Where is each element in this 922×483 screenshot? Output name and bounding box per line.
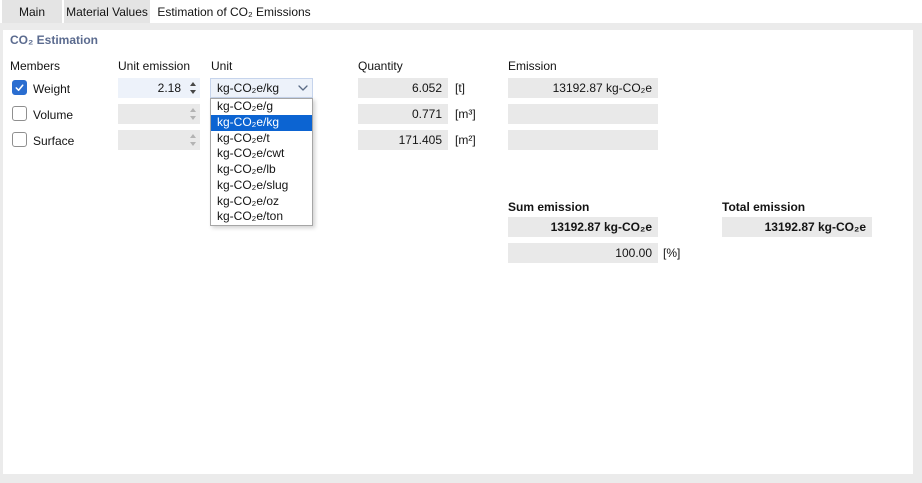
- total-emission-field: 13192.87 kg-CO₂e: [722, 217, 872, 237]
- quantity-unit-label-surface: [m²]: [455, 133, 476, 147]
- spin-down-icon[interactable]: [190, 90, 196, 94]
- section-title: CO₂ Estimation: [10, 33, 98, 47]
- column-header-quantity: Quantity: [358, 59, 403, 73]
- dropdown-option-kg-co2e-cwt[interactable]: kg-CO₂e/cwt: [211, 146, 312, 162]
- checkmark-icon: [14, 82, 25, 93]
- quantity-unit-label-volume: [m³]: [455, 107, 476, 121]
- tab-estimation-co2-emissions[interactable]: Estimation of CO₂ Emissions: [152, 0, 316, 23]
- sum-percent-field: 100.00: [508, 243, 658, 263]
- sum-percent-unit-label: [%]: [663, 246, 680, 260]
- column-header-members: Members: [10, 59, 60, 73]
- column-header-unit: Unit: [211, 59, 232, 73]
- quantity-unit-label-weight: [t]: [455, 81, 465, 95]
- dropdown-option-kg-co2e-slug[interactable]: kg-CO₂e/slug: [211, 178, 312, 194]
- quantity-field-surface: 171.405: [358, 130, 448, 150]
- spin-up-icon[interactable]: [190, 82, 196, 86]
- unit-emission-spinner-weight[interactable]: 2.18: [118, 78, 200, 98]
- tab-material-values-label: Material Values: [66, 5, 148, 19]
- unit-emission-value-surface: [118, 130, 185, 150]
- unit-emission-spinner-surface: [118, 130, 200, 150]
- unit-combobox-value: kg-CO₂e/kg: [217, 81, 298, 95]
- member-label-surface: Surface: [33, 134, 74, 148]
- chevron-down-icon[interactable]: [298, 85, 308, 91]
- member-label-volume: Volume: [33, 108, 73, 122]
- spin-up-icon: [190, 134, 196, 138]
- sum-emission-label: Sum emission: [508, 200, 589, 214]
- quantity-field-volume: 0.771: [358, 104, 448, 124]
- unit-emission-value-weight[interactable]: 2.18: [118, 78, 185, 98]
- checkbox-surface[interactable]: [12, 132, 27, 147]
- dropdown-option-kg-co2e-g[interactable]: kg-CO₂e/g: [211, 99, 312, 115]
- spin-down-icon: [190, 116, 196, 120]
- column-header-unit-emission: Unit emission: [118, 59, 190, 73]
- tab-material-values[interactable]: Material Values: [64, 0, 150, 23]
- checkbox-weight[interactable]: [12, 80, 27, 95]
- dropdown-option-kg-co2e-oz[interactable]: kg-CO₂e/oz: [211, 194, 312, 210]
- total-emission-label: Total emission: [722, 200, 805, 214]
- sum-emission-field: 13192.87 kg-CO₂e: [508, 217, 658, 237]
- tab-main-label: Main: [19, 5, 45, 19]
- emission-field-volume: [508, 104, 658, 124]
- unit-emission-value-volume: [118, 104, 185, 124]
- member-label-weight: Weight: [33, 82, 70, 96]
- column-header-emission: Emission: [508, 59, 557, 73]
- quantity-field-weight: 6.052: [358, 78, 448, 98]
- dropdown-option-kg-co2e-ton[interactable]: kg-CO₂e/ton: [211, 209, 312, 225]
- spin-up-icon: [190, 108, 196, 112]
- tab-main[interactable]: Main: [2, 0, 62, 23]
- unit-dropdown-list: kg-CO₂e/g kg-CO₂e/kg kg-CO₂e/t kg-CO₂e/c…: [210, 98, 313, 226]
- dropdown-option-kg-co2e-lb[interactable]: kg-CO₂e/lb: [211, 162, 312, 178]
- dropdown-option-kg-co2e-kg[interactable]: kg-CO₂e/kg: [211, 115, 312, 131]
- tab-estimation-label: Estimation of CO₂ Emissions: [157, 5, 310, 19]
- unit-combobox-weight[interactable]: kg-CO₂e/kg: [210, 78, 313, 98]
- spin-down-icon: [190, 142, 196, 146]
- tab-strip: Main Material Values Estimation of CO₂ E…: [0, 0, 922, 23]
- emission-field-weight: 13192.87 kg-CO₂e: [508, 78, 658, 98]
- checkbox-volume[interactable]: [12, 106, 27, 121]
- unit-emission-spinner-volume: [118, 104, 200, 124]
- emission-field-surface: [508, 130, 658, 150]
- dropdown-option-kg-co2e-t[interactable]: kg-CO₂e/t: [211, 131, 312, 147]
